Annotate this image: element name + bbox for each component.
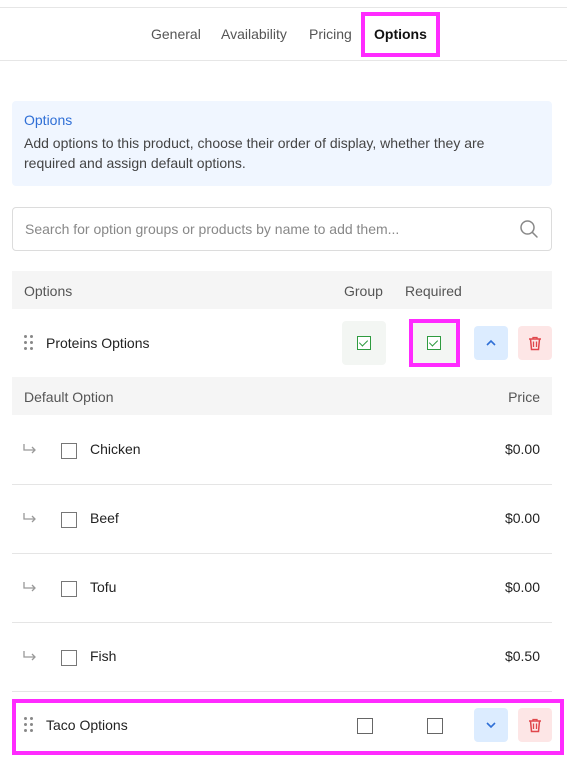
sub-item-arrow-icon <box>23 651 36 661</box>
option-price: $0.00 <box>504 510 540 526</box>
tab-availability[interactable]: Availability <box>221 8 287 60</box>
default-option-header: Default Option Price <box>12 377 552 415</box>
column-header-group: Group <box>344 283 383 299</box>
option-price: $0.00 <box>504 441 540 457</box>
default-option-checkbox[interactable] <box>61 650 77 666</box>
required-checkbox[interactable] <box>427 718 443 734</box>
option-group-name: Proteins Options <box>46 335 150 351</box>
option-row: Fish $0.50 <box>12 622 552 692</box>
option-group-row: Taco Options <box>12 691 552 759</box>
option-name: Fish <box>90 648 117 664</box>
collapse-button[interactable] <box>474 326 508 360</box>
option-row: Beef $0.00 <box>12 484 552 554</box>
info-panel: Options Add options to this product, cho… <box>12 101 552 186</box>
info-text: Add options to this product, choose thei… <box>24 135 485 171</box>
tab-options[interactable]: Options <box>374 8 427 60</box>
sub-item-arrow-icon <box>23 513 36 523</box>
required-checkbox-tile <box>412 321 456 365</box>
option-price: $0.50 <box>504 648 540 664</box>
group-checkbox-tile <box>342 321 386 365</box>
chevron-down-icon <box>486 722 496 729</box>
option-price: $0.00 <box>504 579 540 595</box>
option-row: Tofu $0.00 <box>12 553 552 623</box>
search-placeholder: Search for option groups or products by … <box>25 221 400 237</box>
search-input[interactable]: Search for option groups or products by … <box>12 207 552 251</box>
option-group-row: Proteins Options <box>12 309 552 377</box>
column-header-required: Required <box>405 283 462 299</box>
expand-button[interactable] <box>474 708 508 742</box>
tab-pricing[interactable]: Pricing <box>309 8 352 60</box>
delete-button[interactable] <box>518 326 552 360</box>
column-header-default-option: Default Option <box>24 389 114 405</box>
options-table-header: Options Group Required <box>12 271 552 309</box>
default-option-checkbox[interactable] <box>61 512 77 528</box>
option-name: Chicken <box>90 441 141 457</box>
tab-bar: General Availability Pricing Options <box>0 8 567 61</box>
option-name: Tofu <box>90 579 117 595</box>
trash-icon <box>529 336 541 351</box>
chevron-up-icon <box>486 339 496 346</box>
info-title: Options <box>24 112 73 128</box>
search-icon[interactable] <box>519 219 539 239</box>
option-group-name: Taco Options <box>46 717 128 733</box>
option-name: Beef <box>90 510 119 526</box>
default-option-checkbox[interactable] <box>61 443 77 459</box>
required-checkbox[interactable] <box>427 336 441 350</box>
group-checkbox[interactable] <box>357 718 373 734</box>
trash-icon <box>529 718 541 733</box>
column-header-price: Price <box>508 389 540 405</box>
option-row: Chicken $0.00 <box>12 415 552 485</box>
column-header-options: Options <box>24 283 73 299</box>
sub-item-arrow-icon <box>23 444 36 454</box>
sub-item-arrow-icon <box>23 582 36 592</box>
tab-general[interactable]: General <box>151 8 201 60</box>
drag-handle-icon[interactable] <box>24 717 34 733</box>
group-checkbox[interactable] <box>357 336 371 350</box>
delete-button[interactable] <box>518 708 552 742</box>
default-option-checkbox[interactable] <box>61 581 77 597</box>
drag-handle-icon[interactable] <box>24 335 34 351</box>
